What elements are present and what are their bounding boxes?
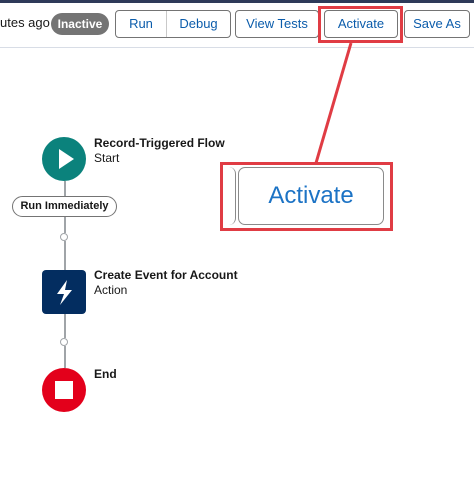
end-node[interactable] xyxy=(42,368,86,412)
connector-line xyxy=(64,346,66,368)
connector-line xyxy=(64,241,66,270)
add-element-dot[interactable] xyxy=(60,338,68,346)
connector-line xyxy=(64,217,66,233)
connector-line xyxy=(64,314,66,338)
play-icon xyxy=(59,149,74,169)
action-node-subtitle: Action xyxy=(94,283,128,297)
action-node-title: Create Event for Account xyxy=(94,268,238,282)
zoomed-adjacent-button-edge xyxy=(224,167,236,225)
zoomed-activate-button[interactable]: Activate xyxy=(238,167,384,225)
add-element-dot[interactable] xyxy=(60,233,68,241)
stop-icon xyxy=(55,381,73,399)
start-node[interactable] xyxy=(42,137,86,181)
lightning-bolt-icon xyxy=(57,280,72,305)
action-node[interactable] xyxy=(42,270,86,314)
connector-line xyxy=(64,181,66,196)
end-node-title: End xyxy=(94,367,117,381)
start-node-title: Record-Triggered Flow xyxy=(94,136,225,150)
run-immediately-label[interactable]: Run Immediately xyxy=(12,196,117,217)
start-node-subtitle: Start xyxy=(94,151,120,165)
